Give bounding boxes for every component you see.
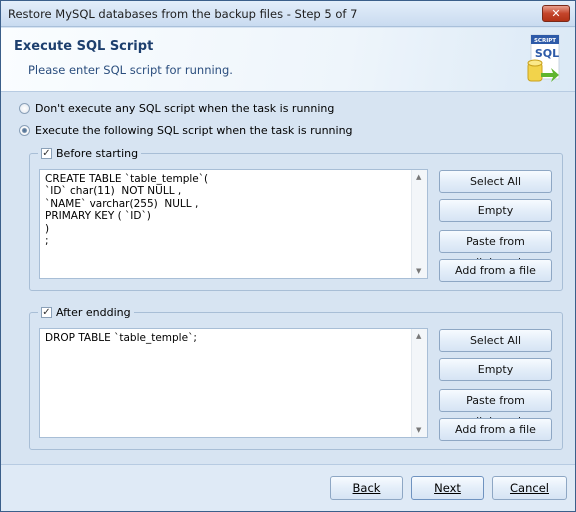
back-label: Back: [352, 481, 381, 495]
add-from-file-button[interactable]: Add from a file: [439, 418, 552, 441]
scroll-up-icon[interactable]: ▲: [416, 332, 421, 340]
wizard-footer: Back Next Cancel: [1, 464, 575, 511]
page-title: Execute SQL Script: [14, 39, 154, 54]
before-starting-checkbox[interactable]: ✓ Before starting: [38, 147, 142, 160]
after-script-textarea[interactable]: DROP TABLE `table_temple`; ▲ ▼: [39, 328, 428, 438]
sql-script-icon: SCRIPT SQL: [527, 34, 560, 82]
next-label: Next: [434, 481, 461, 495]
radio-dont-execute[interactable]: Don't execute any SQL script when the ta…: [19, 102, 334, 115]
title-bar: Restore MySQL databases from the backup …: [1, 1, 575, 27]
wizard-window: Restore MySQL databases from the backup …: [0, 0, 576, 512]
checkbox-label: After endding: [56, 306, 131, 319]
next-button[interactable]: Next: [411, 476, 484, 500]
empty-button[interactable]: Empty: [439, 358, 552, 381]
window-title: Restore MySQL databases from the backup …: [8, 7, 358, 21]
checkbox-label: Before starting: [56, 147, 139, 160]
select-all-button[interactable]: Select All: [439, 170, 552, 193]
cancel-label: Cancel: [510, 481, 549, 495]
paste-from-clipboard-button[interactable]: Paste from clipboard: [439, 389, 552, 428]
radio-button[interactable]: [19, 103, 30, 114]
add-from-file-button[interactable]: Add from a file: [439, 259, 552, 282]
radio-execute-script[interactable]: Execute the following SQL script when th…: [19, 124, 353, 137]
scroll-down-icon[interactable]: ▼: [416, 267, 421, 275]
after-ending-checkbox[interactable]: ✓ After endding: [38, 306, 134, 319]
svg-text:SCRIPT: SCRIPT: [534, 38, 556, 44]
before-script-textarea[interactable]: CREATE TABLE `table_temple`( `ID` char(1…: [39, 169, 428, 279]
close-icon: ✕: [551, 7, 561, 20]
scrollbar[interactable]: ▲ ▼: [411, 170, 427, 278]
wizard-header: Execute SQL Script Please enter SQL scri…: [1, 28, 575, 92]
script-text: CREATE TABLE `table_temple`( `ID` char(1…: [45, 173, 209, 248]
empty-button[interactable]: Empty: [439, 199, 552, 222]
paste-from-clipboard-button[interactable]: Paste from clipboard: [439, 230, 552, 269]
close-button[interactable]: ✕: [542, 5, 570, 22]
back-button[interactable]: Back: [330, 476, 403, 500]
cancel-button[interactable]: Cancel: [492, 476, 567, 500]
radio-button[interactable]: [19, 125, 30, 136]
after-ending-group: ✓ After endding DROP TABLE `table_temple…: [29, 306, 563, 450]
scroll-up-icon[interactable]: ▲: [416, 173, 421, 181]
scroll-down-icon[interactable]: ▼: [416, 426, 421, 434]
svg-text:SQL: SQL: [535, 47, 559, 60]
scrollbar[interactable]: ▲ ▼: [411, 329, 427, 437]
checkbox-checked-icon[interactable]: ✓: [41, 148, 52, 159]
radio-label: Execute the following SQL script when th…: [35, 124, 353, 137]
before-starting-group: ✓ Before starting CREATE TABLE `table_te…: [29, 147, 563, 291]
page-subtitle: Please enter SQL script for running.: [28, 63, 233, 77]
checkbox-checked-icon[interactable]: ✓: [41, 307, 52, 318]
script-text: DROP TABLE `table_temple`;: [45, 332, 197, 344]
select-all-button[interactable]: Select All: [439, 329, 552, 352]
radio-label: Don't execute any SQL script when the ta…: [35, 102, 335, 115]
